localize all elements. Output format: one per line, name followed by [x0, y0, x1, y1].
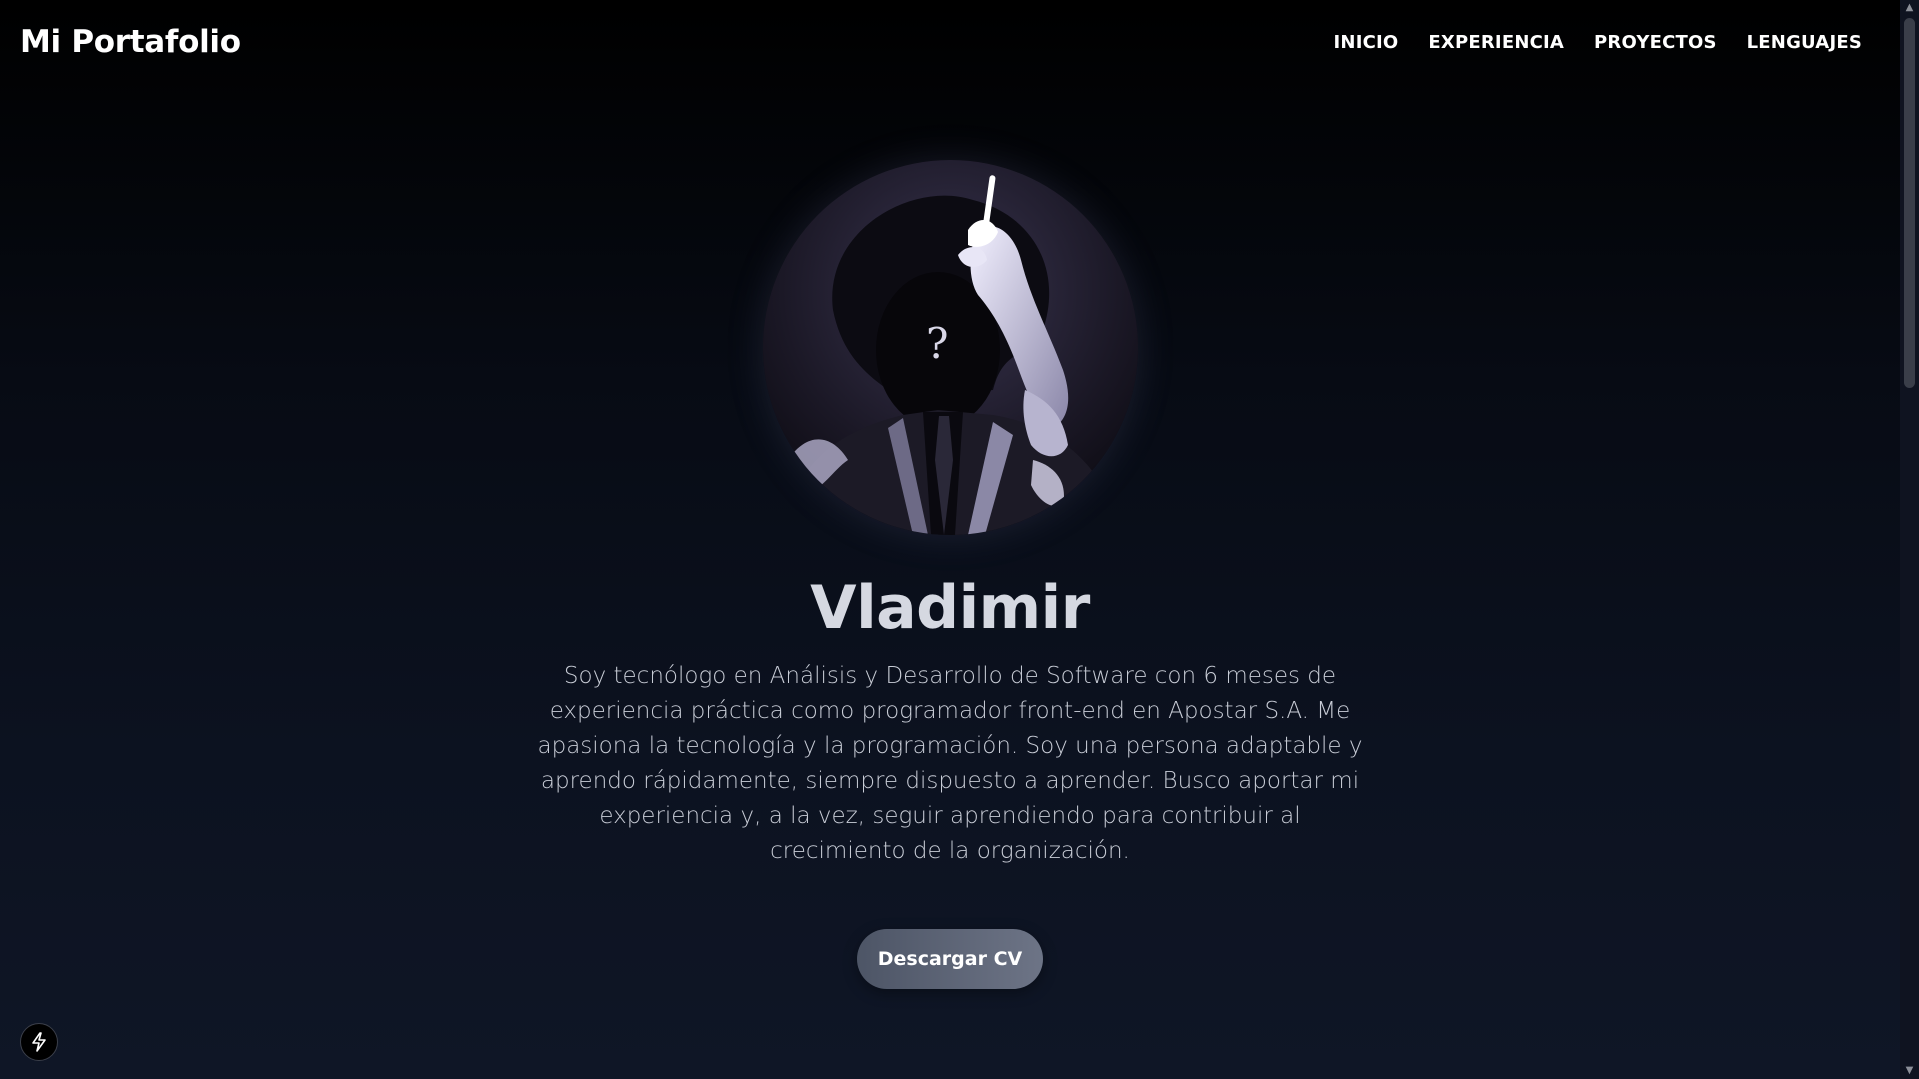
profile-avatar: ? — [762, 160, 1138, 535]
chevron-up-icon[interactable]: ▲ — [1900, 0, 1919, 16]
dev-tools-badge[interactable] — [20, 1023, 58, 1061]
download-cv-button[interactable]: Descargar CV — [857, 929, 1043, 989]
lightning-bolt-icon — [32, 1032, 46, 1052]
vertical-scrollbar[interactable]: ▲ ▼ — [1900, 0, 1919, 1079]
scrollbar-thumb[interactable] — [1904, 18, 1915, 388]
profile-name: Vladimir — [810, 573, 1090, 643]
question-mark-icon: ? — [926, 319, 949, 368]
portfolio-page: Mi Portafolio INICIO EXPERIENCIA PROYECT… — [0, 0, 1919, 1079]
hero-section: ? Vladimir Soy tecnólogo en Análisis y D… — [0, 0, 1900, 989]
chevron-down-icon[interactable]: ▼ — [1900, 1063, 1919, 1079]
profile-bio: Soy tecnólogo en Análisis y Desarrollo d… — [537, 663, 1363, 864]
profile-photo: ? — [762, 160, 1138, 535]
